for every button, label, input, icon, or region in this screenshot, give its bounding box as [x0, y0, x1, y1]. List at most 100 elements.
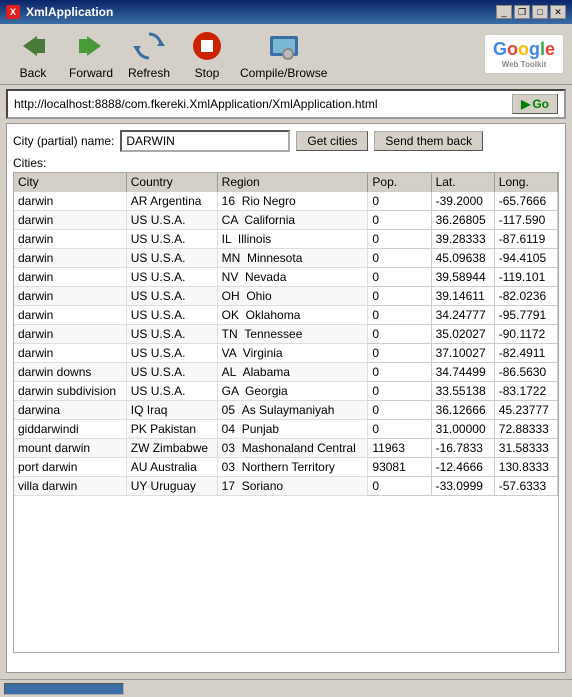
send-them-back-button[interactable]: Send them back: [374, 131, 483, 151]
cell-city: darwin: [14, 268, 126, 287]
table-header-row: City Country Region Pop. Lat. Long.: [14, 173, 558, 192]
cell-lat: 34.74499: [431, 363, 494, 382]
cell-region: 17 Soriano: [217, 477, 368, 496]
cell-long: -94.4105: [494, 249, 557, 268]
cities-table: City Country Region Pop. Lat. Long. darw…: [14, 173, 558, 496]
header-long: Long.: [494, 173, 557, 192]
cell-region: CA California: [217, 211, 368, 230]
compile-label: Compile/Browse: [240, 66, 327, 80]
refresh-icon: [131, 28, 167, 64]
address-bar: ▶ Go: [6, 89, 566, 119]
cell-long: -95.7791: [494, 306, 557, 325]
back-button[interactable]: Back: [8, 28, 58, 80]
table-row: darwin US U.S.A. TN Tennessee 0 35.02027…: [14, 325, 558, 344]
status-progress: [4, 683, 124, 695]
cell-long: 31.58333: [494, 439, 557, 458]
back-icon: [15, 28, 51, 64]
table-row: darwin US U.S.A. VA Virginia 0 37.10027 …: [14, 344, 558, 363]
cell-city: villa darwin: [14, 477, 126, 496]
cell-country: US U.S.A.: [126, 306, 217, 325]
table-row: darwin subdivision US U.S.A. GA Georgia …: [14, 382, 558, 401]
cell-region: OK Oklahoma: [217, 306, 368, 325]
refresh-label: Refresh: [128, 66, 170, 80]
cell-pop: 0: [368, 306, 431, 325]
cell-lat: 39.58944: [431, 268, 494, 287]
stop-icon: [189, 28, 225, 64]
cell-lat: 36.12666: [431, 401, 494, 420]
cell-long: 130.8333: [494, 458, 557, 477]
address-input[interactable]: [14, 97, 508, 111]
forward-icon: [73, 28, 109, 64]
go-button[interactable]: ▶ Go: [512, 94, 558, 114]
cell-lat: 33.55138: [431, 382, 494, 401]
cell-country: US U.S.A.: [126, 268, 217, 287]
cell-pop: 11963: [368, 439, 431, 458]
cell-region: NV Nevada: [217, 268, 368, 287]
restore-button[interactable]: ❐: [514, 5, 530, 19]
cell-city: darwin: [14, 211, 126, 230]
status-bar: [0, 679, 572, 697]
compile-browse-button[interactable]: Compile/Browse: [240, 28, 327, 80]
cell-region: 03 Northern Territory: [217, 458, 368, 477]
cell-pop: 0: [368, 325, 431, 344]
cell-country: US U.S.A.: [126, 211, 217, 230]
cities-table-container[interactable]: City Country Region Pop. Lat. Long. darw…: [13, 172, 559, 653]
window-title: XmlApplication: [26, 5, 113, 19]
search-row: City (partial) name: Get cities Send the…: [13, 130, 559, 152]
forward-label: Forward: [69, 66, 113, 80]
cell-long: -83.1722: [494, 382, 557, 401]
table-row: darwin US U.S.A. NV Nevada 0 39.58944 -1…: [14, 268, 558, 287]
stop-button[interactable]: Stop: [182, 28, 232, 80]
cell-long: 45.23777: [494, 401, 557, 420]
content-area: City (partial) name: Get cities Send the…: [6, 123, 566, 673]
cell-region: AL Alabama: [217, 363, 368, 382]
cell-city: darwin: [14, 306, 126, 325]
maximize-button[interactable]: □: [532, 5, 548, 19]
cell-lat: -33.0999: [431, 477, 494, 496]
table-row: darwin US U.S.A. IL Illinois 0 39.28333 …: [14, 230, 558, 249]
cell-pop: 0: [368, 420, 431, 439]
forward-button[interactable]: Forward: [66, 28, 116, 80]
table-row: darwina IQ Iraq 05 As Sulaymaniyah 0 36.…: [14, 401, 558, 420]
cell-lat: 35.02027: [431, 325, 494, 344]
get-cities-button[interactable]: Get cities: [296, 131, 368, 151]
cell-region: OH Ohio: [217, 287, 368, 306]
cell-lat: 36.26805: [431, 211, 494, 230]
close-button[interactable]: ✕: [550, 5, 566, 19]
cell-long: -90.1172: [494, 325, 557, 344]
minimize-button[interactable]: _: [496, 5, 512, 19]
table-row: giddarwindi PK Pakistan 04 Punjab 0 31.0…: [14, 420, 558, 439]
cell-lat: 39.28333: [431, 230, 494, 249]
cell-pop: 0: [368, 287, 431, 306]
search-input[interactable]: [120, 130, 290, 152]
google-subtitle: Web Toolkit: [491, 60, 557, 69]
cell-long: 72.88333: [494, 420, 557, 439]
cell-country: ZW Zimbabwe: [126, 439, 217, 458]
cell-city: darwin: [14, 249, 126, 268]
cell-pop: 93081: [368, 458, 431, 477]
cell-region: 03 Mashonaland Central: [217, 439, 368, 458]
cell-region: VA Virginia: [217, 344, 368, 363]
search-label: City (partial) name:: [13, 134, 114, 148]
go-arrow-icon: ▶: [521, 97, 530, 111]
cell-region: 16 Rio Negro: [217, 192, 368, 211]
cell-lat: -39.2000: [431, 192, 494, 211]
cell-city: darwin downs: [14, 363, 126, 382]
cell-pop: 0: [368, 344, 431, 363]
refresh-button[interactable]: Refresh: [124, 28, 174, 80]
cell-city: darwina: [14, 401, 126, 420]
cell-pop: 0: [368, 401, 431, 420]
cell-long: -82.0236: [494, 287, 557, 306]
cell-long: -82.4911: [494, 344, 557, 363]
cell-country: AU Australia: [126, 458, 217, 477]
cell-country: US U.S.A.: [126, 382, 217, 401]
cell-country: IQ Iraq: [126, 401, 217, 420]
table-row: darwin AR Argentina 16 Rio Negro 0 -39.2…: [14, 192, 558, 211]
cell-city: giddarwindi: [14, 420, 126, 439]
cell-country: US U.S.A.: [126, 325, 217, 344]
cell-long: -57.6333: [494, 477, 557, 496]
cell-pop: 0: [368, 363, 431, 382]
cell-long: -65.7666: [494, 192, 557, 211]
cell-region: IL Illinois: [217, 230, 368, 249]
cell-lat: 34.24777: [431, 306, 494, 325]
